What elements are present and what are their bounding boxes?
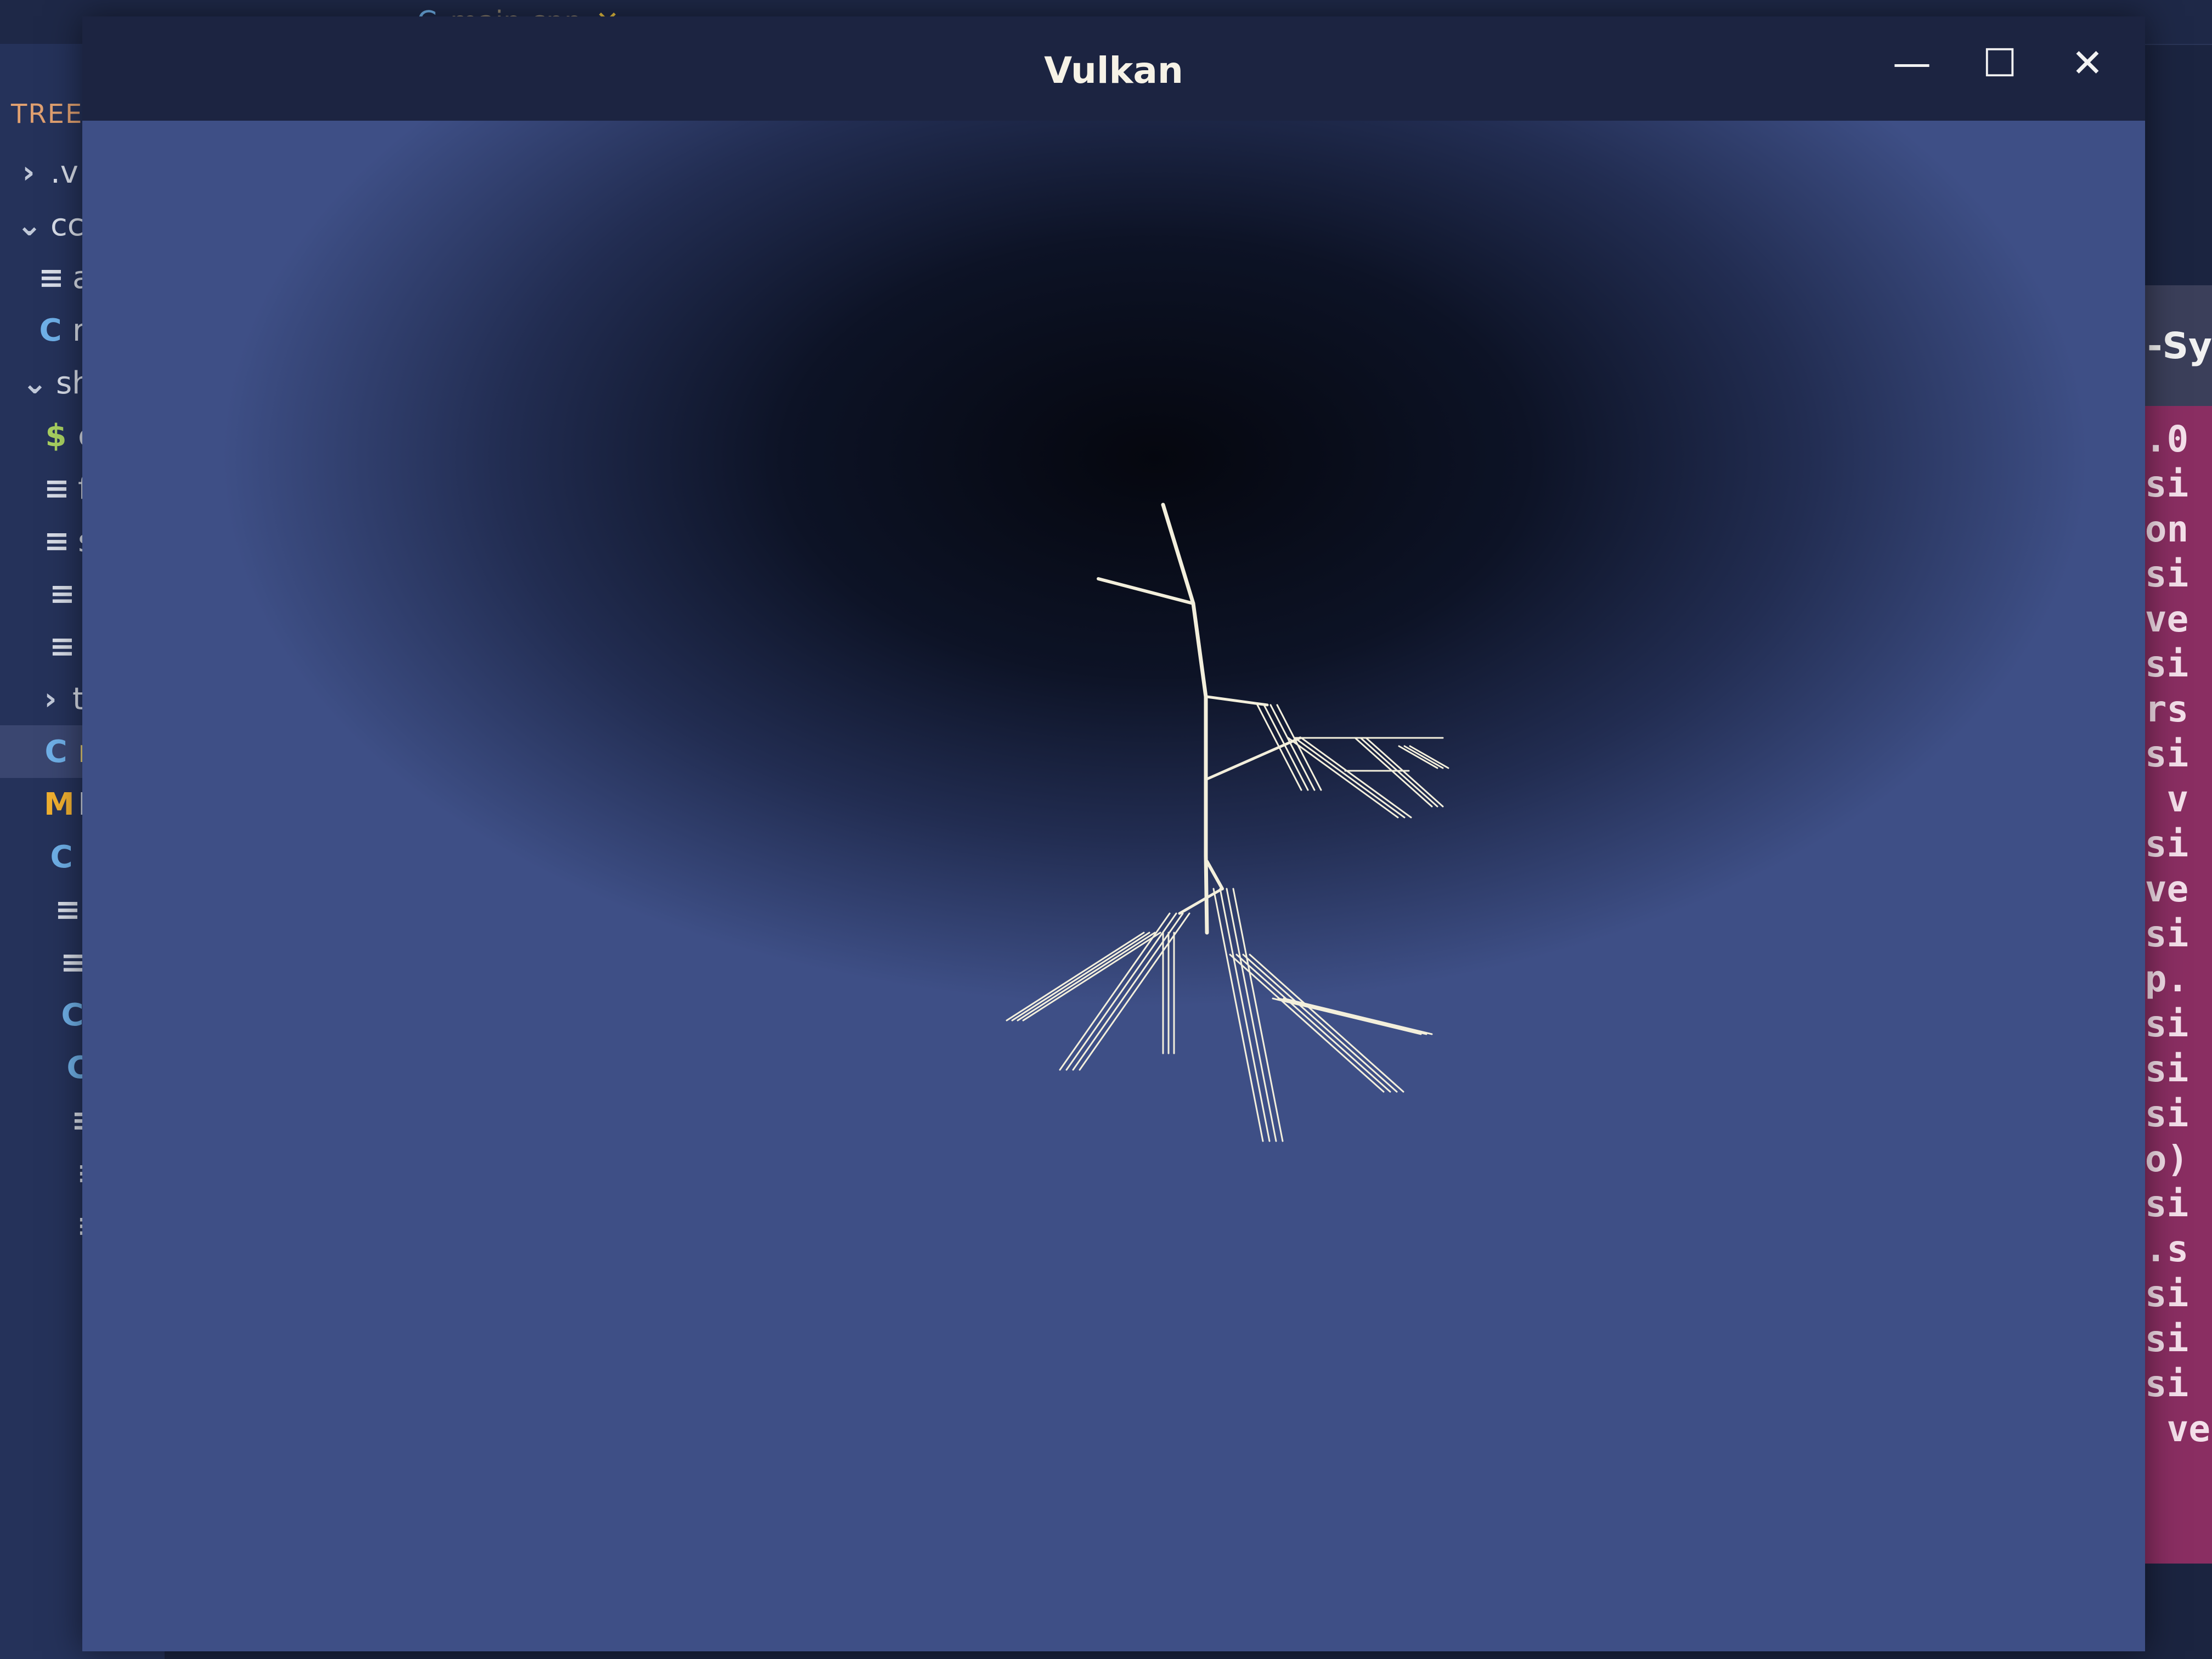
vulkan-window[interactable]: Vulkan — ☐ ✕ (82, 16, 2145, 1651)
document-icon: ≡ (60, 944, 86, 980)
tree-trunk (1191, 601, 1208, 699)
tree-twig (1079, 912, 1190, 1071)
tree-twig (1300, 737, 1412, 819)
close-icon: ✕ (2071, 41, 2104, 86)
file-tree-item-label: cc (50, 207, 84, 243)
tree-render (1006, 503, 1449, 1142)
window-titlebar[interactable]: Vulkan — ☐ ✕ (82, 16, 2145, 121)
cpp-file-icon: C (50, 839, 73, 875)
file-tree-item-label: .v (50, 154, 78, 190)
shell-file-icon: $ (45, 417, 67, 454)
document-icon: ≡ (44, 470, 70, 506)
maximize-icon: ☐ (1982, 41, 2017, 86)
tree-twig (1403, 745, 1444, 769)
tree-twig (1277, 997, 1427, 1035)
tree-trunk (1204, 854, 1209, 935)
tree-twig (1398, 745, 1438, 769)
minimize-button[interactable]: — (1871, 27, 1953, 99)
document-icon: ≡ (49, 575, 75, 612)
document-icon: ≡ (44, 523, 70, 559)
close-button[interactable]: ✕ (2046, 27, 2129, 99)
tree-twig (1354, 737, 1433, 808)
chevron-down-icon: ⌄ (22, 365, 48, 401)
tree-branch (1097, 577, 1195, 605)
document-icon: ≡ (49, 628, 75, 664)
tree-twig (1365, 737, 1444, 808)
terminal-title: -Sy (2145, 285, 2212, 406)
tree-branch (1205, 695, 1269, 707)
render-viewport[interactable] (82, 121, 2145, 1651)
cpp-file-icon: C (61, 997, 84, 1033)
tree-twig (1256, 704, 1302, 791)
markdown-file-icon: M (44, 786, 75, 822)
tree-twig (1294, 737, 1406, 819)
cpp-file-icon: C (39, 312, 62, 348)
tree-twig (1359, 737, 1438, 808)
tree-twig (1072, 912, 1184, 1071)
tree-twig (1065, 912, 1177, 1071)
tree-twig (1022, 932, 1161, 1022)
minimize-icon: — (1893, 41, 1931, 86)
tree-twig (1017, 932, 1156, 1022)
window-title: Vulkan (1044, 49, 1183, 92)
document-icon: ≡ (38, 259, 64, 296)
maximize-button[interactable]: ☐ (1959, 27, 2041, 99)
tree-twig (1287, 737, 1399, 819)
tree-twig (1232, 888, 1284, 1142)
chevron-right-icon: › (22, 154, 35, 190)
tree-twig (1219, 888, 1271, 1142)
tree-twig (1226, 888, 1277, 1142)
chevron-right-icon: › (44, 681, 57, 717)
tree-twig (1272, 997, 1422, 1035)
document-icon: ≡ (55, 891, 81, 928)
tree-twig (1409, 745, 1449, 769)
tree-twig (1011, 932, 1150, 1022)
tree-branch (1205, 860, 1224, 890)
tree-twig (1212, 888, 1264, 1142)
tree-branch (1205, 736, 1302, 781)
chevron-down-icon: ⌄ (16, 207, 42, 243)
tree-trunk (1161, 503, 1195, 606)
cpp-file-icon: C (44, 733, 67, 770)
